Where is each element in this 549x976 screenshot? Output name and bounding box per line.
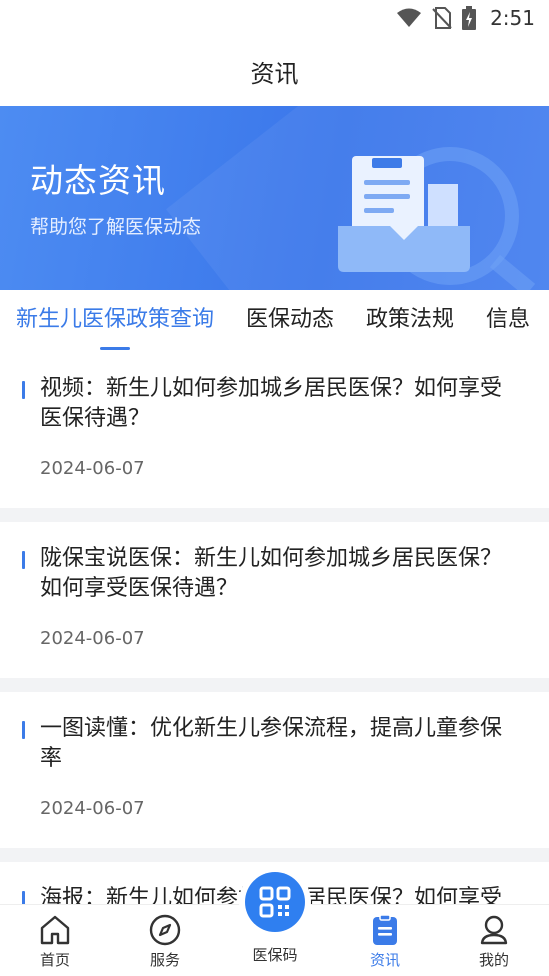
news-item[interactable]: 陇保宝说医保：新生儿如何参加城乡居民医保？如何享受医保待遇？ 2024-06-0… [0, 522, 549, 678]
banner-title: 动态资讯 [30, 161, 166, 200]
news-list: 视频：新生儿如何参加城乡居民医保？如何享受医保待遇？ 2024-06-07 陇保… [0, 352, 549, 936]
tab-label: 政策法规 [366, 307, 455, 332]
wifi-icon [397, 8, 422, 27]
tab-information[interactable]: 信息 [470, 290, 546, 352]
news-title: 一图读懂：优化新生儿参保流程，提高儿童参保率 [40, 716, 503, 771]
nav-service[interactable]: 服务 [125, 905, 205, 976]
banner[interactable]: 动态资讯 帮助您了解医保动态 [0, 106, 549, 290]
status-time: 2:51 [490, 6, 535, 30]
news-item[interactable]: 一图读懂：优化新生儿参保流程，提高儿童参保率 2024-06-07 [0, 692, 549, 848]
insurance-code-button[interactable] [239, 866, 311, 938]
nav-mine[interactable]: 我的 [454, 905, 534, 976]
active-tab-indicator [100, 347, 130, 350]
qr-code-icon [259, 886, 291, 918]
tab-insurance-news[interactable]: 医保动态 [230, 290, 350, 352]
nav-label: 资讯 [369, 951, 400, 969]
banner-subtitle: 帮助您了解医保动态 [30, 216, 202, 238]
tab-label: 新生儿医保政策查询 [16, 307, 215, 332]
nav-label: 服务 [149, 951, 180, 969]
insurance-code-circle [245, 872, 305, 932]
nav-home[interactable]: 首页 [15, 905, 95, 976]
news-title: 陇保宝说医保：新生儿如何参加城乡居民医保？如何享受医保待遇？ [40, 546, 503, 601]
title-marker [22, 551, 25, 569]
tab-regulations[interactable]: 政策法规 [350, 290, 470, 352]
page-title: 资讯 [250, 59, 299, 88]
insurance-code-label: 医保码 [252, 946, 298, 964]
title-marker [22, 381, 25, 399]
news-date: 2024-06-07 [40, 458, 145, 479]
user-icon [480, 915, 508, 945]
title-marker [22, 721, 25, 739]
tab-label: 信息 [486, 307, 531, 332]
nav-label: 我的 [478, 951, 509, 969]
battery-charging-icon [462, 6, 477, 30]
document-tray-illustration [338, 147, 536, 290]
news-title: 视频：新生儿如何参加城乡居民医保？如何享受医保待遇？ [40, 376, 503, 431]
nav-label: 首页 [39, 951, 70, 969]
home-icon [40, 915, 70, 945]
category-tabs: 新生儿医保政策查询 医保动态 政策法规 信息 [0, 290, 549, 352]
tab-newborn-policy[interactable]: 新生儿医保政策查询 [0, 290, 230, 352]
status-bar: 2:51 [0, 0, 549, 36]
news-doc-icon [373, 914, 397, 945]
compass-icon [149, 914, 181, 946]
no-sim-icon [432, 7, 452, 29]
title-bar: 资讯 [0, 36, 549, 106]
news-item[interactable]: 视频：新生儿如何参加城乡居民医保？如何享受医保待遇？ 2024-06-07 [0, 352, 549, 508]
news-date: 2024-06-07 [40, 798, 145, 819]
tab-label: 医保动态 [246, 307, 335, 332]
news-date: 2024-06-07 [40, 628, 145, 649]
nav-news[interactable]: 资讯 [345, 905, 425, 976]
